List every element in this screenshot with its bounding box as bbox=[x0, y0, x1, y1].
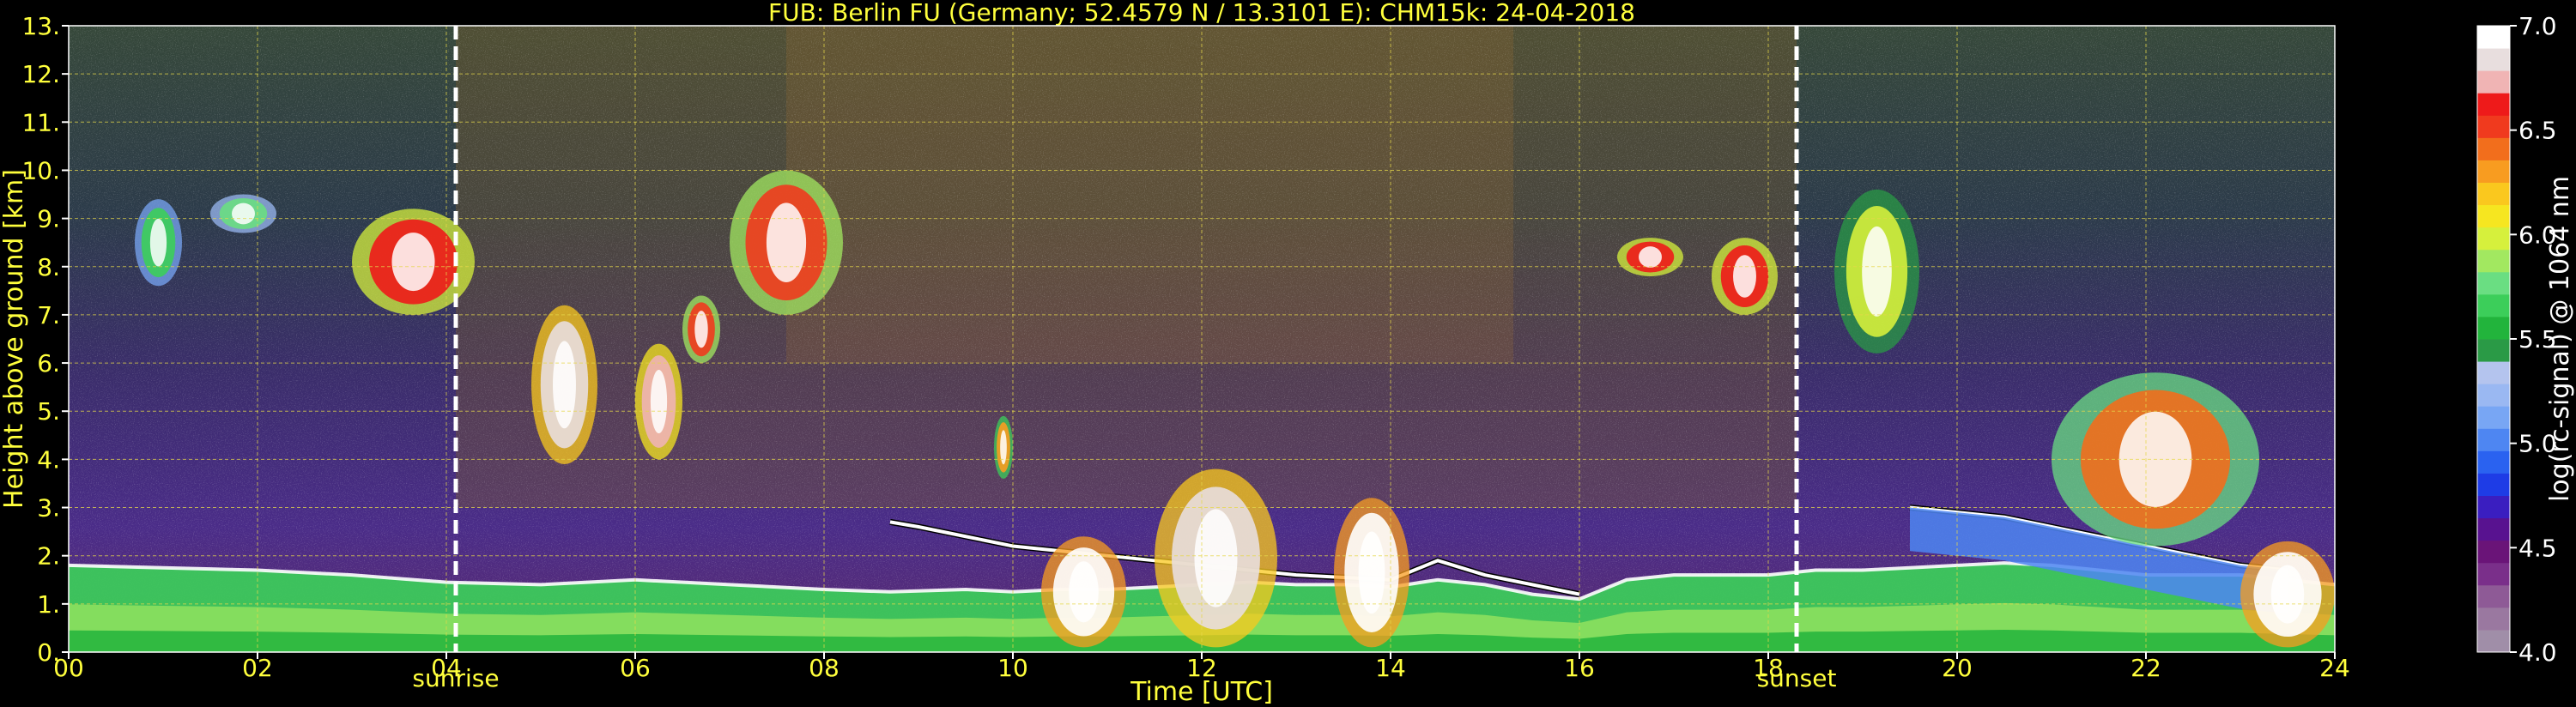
colorbar bbox=[2476, 25, 2511, 653]
cloud-peak bbox=[766, 202, 807, 283]
x-tick-label: 14 bbox=[1375, 654, 1406, 682]
chart-title: FUB: Berlin FU (Germany; 52.4579 N / 13.… bbox=[768, 0, 1635, 27]
colorbar-segment bbox=[2477, 204, 2510, 228]
colorbar-segment bbox=[2477, 26, 2510, 49]
colorbar-segment bbox=[2477, 115, 2510, 138]
x-tick-label: 10 bbox=[997, 654, 1028, 682]
y-tick-label: 3. bbox=[37, 494, 60, 523]
colorbar-tick-label: 4.5 bbox=[2518, 534, 2557, 562]
x-tick-label: 16 bbox=[1564, 654, 1595, 682]
colorbar-segment bbox=[2477, 607, 2510, 631]
cloud-peak bbox=[1194, 509, 1238, 607]
colorbar-segment bbox=[2477, 227, 2510, 251]
colorbar-segment bbox=[2477, 160, 2510, 183]
cloud-peak bbox=[694, 311, 708, 348]
y-tick-label: 9. bbox=[37, 205, 60, 233]
colorbar-segment bbox=[2477, 271, 2510, 295]
colorbar-segment bbox=[2477, 428, 2510, 451]
colorbar-segment bbox=[2477, 48, 2510, 71]
y-tick-label: 4. bbox=[37, 445, 60, 474]
y-tick-label: 8. bbox=[37, 253, 60, 281]
cloud-peak bbox=[1639, 246, 1662, 268]
colorbar-segment bbox=[2477, 339, 2510, 362]
sunset-label: sunset bbox=[1757, 664, 1837, 692]
x-tick-label: 20 bbox=[1942, 654, 1973, 682]
x-tick-label: 08 bbox=[809, 654, 839, 682]
sunrise-label: sunrise bbox=[412, 664, 499, 692]
y-tick-label: 7. bbox=[37, 301, 60, 329]
ceilometer-figure: FUB: Berlin FU (Germany; 52.4579 N / 13.… bbox=[0, 0, 2575, 707]
y-axis-label: Height above ground [km] bbox=[0, 169, 29, 509]
cloud-peak bbox=[1069, 561, 1099, 623]
cloud-peak bbox=[1862, 226, 1892, 317]
y-tick-label: 13. bbox=[21, 12, 60, 40]
colorbar-tick-label: 6.5 bbox=[2518, 117, 2557, 145]
colorbar-segment bbox=[2477, 182, 2510, 206]
colorbar-segment bbox=[2477, 406, 2510, 429]
y-tick-label: 6. bbox=[37, 349, 60, 378]
cloud-peak bbox=[2270, 565, 2305, 624]
colorbar-segment bbox=[2477, 249, 2510, 273]
cloud-peak bbox=[650, 369, 668, 434]
colorbar-segment bbox=[2477, 540, 2510, 564]
cloud-peak bbox=[1733, 255, 1756, 298]
x-axis-label: Time [UTC] bbox=[1130, 677, 1273, 707]
y-tick-label: 5. bbox=[37, 397, 60, 426]
colorbar-segment bbox=[2477, 473, 2510, 496]
colorbar-segment bbox=[2477, 93, 2510, 116]
cloud-peak bbox=[1358, 531, 1385, 614]
cloud-peak bbox=[553, 341, 576, 429]
cloud-peak bbox=[232, 202, 255, 225]
y-tick-label: 12. bbox=[21, 60, 60, 88]
x-tick-label: 24 bbox=[2319, 654, 2350, 682]
x-tick-label: 22 bbox=[2131, 654, 2161, 682]
colorbar-label: log(rc-signal) @ 1064 nm bbox=[2545, 176, 2575, 502]
colorbar-segment bbox=[2477, 361, 2510, 384]
colorbar-segment bbox=[2477, 316, 2510, 340]
y-tick-label: 2. bbox=[37, 542, 60, 571]
colorbar-segment bbox=[2477, 137, 2510, 160]
colorbar-segment bbox=[2477, 584, 2510, 608]
plot-area bbox=[69, 26, 2335, 652]
colorbar-segment bbox=[2477, 562, 2510, 586]
colorbar-segment bbox=[2477, 293, 2510, 317]
colorbar-tick-label: 7.0 bbox=[2518, 12, 2557, 40]
colorbar-tick-label: 4.0 bbox=[2518, 638, 2557, 667]
y-tick-label: 11. bbox=[21, 108, 60, 136]
y-tick-label: 1. bbox=[37, 590, 60, 619]
x-tick-label: 06 bbox=[620, 654, 651, 682]
colorbar-segment bbox=[2477, 495, 2510, 519]
x-tick-label: 00 bbox=[53, 654, 84, 682]
cloud-peak bbox=[391, 233, 435, 292]
colorbar-segment bbox=[2477, 629, 2510, 653]
x-tick-label: 02 bbox=[242, 654, 273, 682]
colorbar-segment bbox=[2477, 450, 2510, 474]
colorbar-segment bbox=[2477, 517, 2510, 541]
cloud-peak bbox=[149, 218, 167, 267]
colorbar-segment bbox=[2477, 384, 2510, 407]
colorbar-segment bbox=[2477, 70, 2510, 94]
